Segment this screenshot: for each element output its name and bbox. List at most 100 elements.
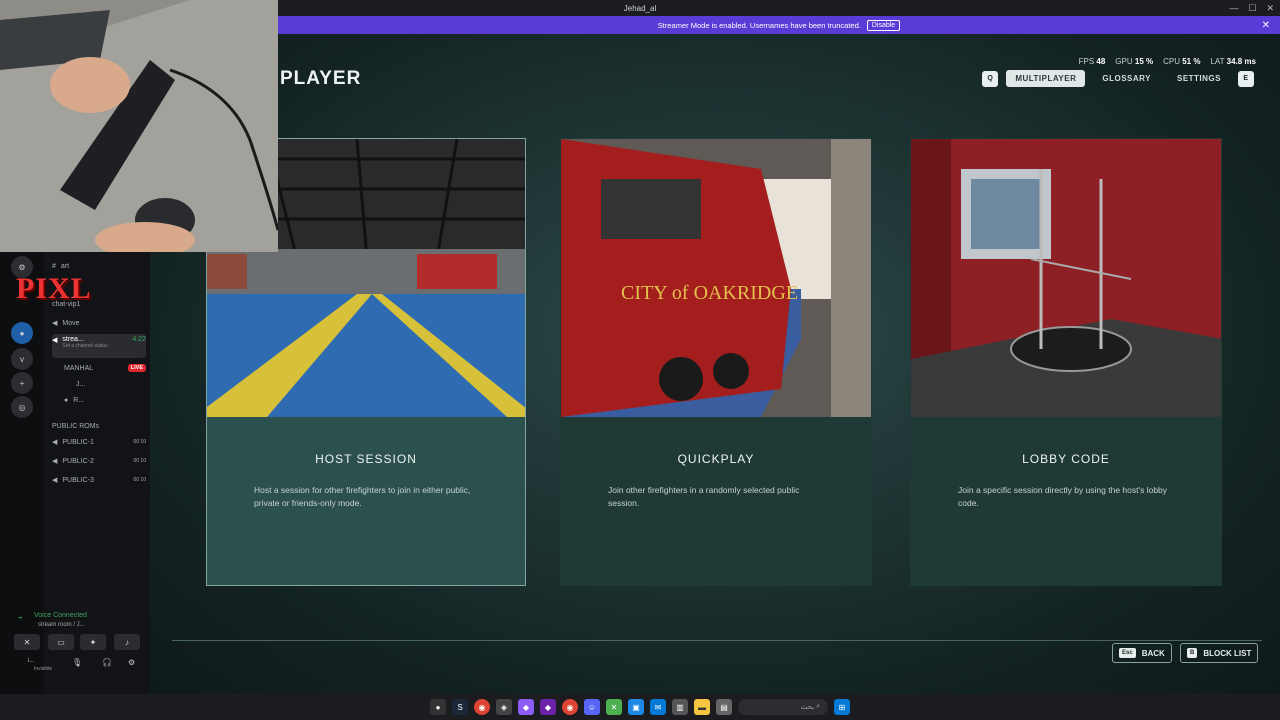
top-nav: Q MULTIPLAYER GLOSSARY SETTINGS E bbox=[982, 70, 1254, 87]
discord-sidebar: ⚙ ● v + ◎ PIXL # art chat-vip1 ◀ Move ◀ st… bbox=[0, 252, 150, 694]
channel-name: PUBLIC-2 bbox=[62, 457, 94, 465]
lobby-code-card[interactable]: LOBBY CODE Join a specific session direc… bbox=[910, 138, 1222, 586]
voice-room-label: stream room / J... bbox=[38, 622, 85, 628]
channel-name: strea... bbox=[62, 336, 84, 343]
b-key: B bbox=[1187, 648, 1198, 658]
app-icon[interactable]: ▤ bbox=[716, 699, 732, 715]
channel-item[interactable]: chat-vip1 bbox=[52, 296, 146, 312]
close-icon[interactable]: ✕ bbox=[1266, 3, 1274, 14]
screen-share-button[interactable]: ▭ bbox=[48, 634, 74, 650]
mic-icon[interactable]: 🎙 bbox=[72, 658, 82, 667]
obs-icon[interactable]: ● bbox=[430, 699, 446, 715]
add-server-icon[interactable]: + bbox=[11, 372, 33, 394]
channel-item[interactable]: ◀ PUBLIC-1 00 10 bbox=[52, 434, 146, 450]
category-name: PUBLIC ROMs bbox=[52, 422, 100, 430]
cpu-label: CPU bbox=[1163, 57, 1180, 66]
activities-button[interactable]: ✦ bbox=[80, 634, 106, 650]
block-list-label: BLOCK LIST bbox=[1203, 648, 1252, 658]
channel-item[interactable]: # art bbox=[52, 258, 146, 274]
banner-close-icon[interactable]: ✕ bbox=[1262, 20, 1270, 31]
chrome-icon[interactable]: ◉ bbox=[562, 699, 578, 715]
maximize-icon[interactable]: ☐ bbox=[1248, 3, 1256, 14]
card-title: HOST SESSION bbox=[315, 452, 417, 466]
minimize-icon[interactable]: — bbox=[1229, 3, 1238, 13]
back-button[interactable]: Esc BACK bbox=[1112, 643, 1172, 663]
discord-icon[interactable]: ☺ bbox=[584, 699, 600, 715]
speaker-icon: ◀ bbox=[52, 337, 58, 344]
voice-user[interactable]: ● R... bbox=[64, 392, 146, 408]
next-tab-key[interactable]: E bbox=[1238, 70, 1254, 87]
search-placeholder: بحث bbox=[800, 704, 815, 711]
video-off-button[interactable]: ✕ bbox=[14, 634, 40, 650]
channel-name: chat-vip1 bbox=[52, 300, 81, 308]
window-controls: — ☐ ✕ bbox=[1229, 0, 1274, 16]
outlook-icon[interactable]: ✉ bbox=[650, 699, 666, 715]
settings-icon[interactable]: ⚙ bbox=[128, 658, 135, 667]
server-icon[interactable]: v bbox=[11, 348, 33, 370]
speaker-icon: ◀ bbox=[52, 320, 58, 327]
chrome-icon[interactable]: ◉ bbox=[474, 699, 490, 715]
channel-name: art bbox=[60, 262, 70, 270]
voice-connected-label: Voice Connected bbox=[34, 612, 87, 619]
app-icon[interactable]: ◆ bbox=[540, 699, 556, 715]
app-icon[interactable]: ◆ bbox=[518, 699, 534, 715]
channel-item[interactable]: ◀ PUBLIC-3 00 10 bbox=[52, 472, 146, 488]
voice-panel: ⌁ Voice Connected stream room / J... ✕ ▭… bbox=[8, 608, 144, 688]
app-icon[interactable]: ▣ bbox=[628, 699, 644, 715]
block-list-button[interactable]: B BLOCK LIST bbox=[1180, 643, 1259, 663]
streamer-mode-banner: Streamer Mode is enabled. Usernames have… bbox=[278, 16, 1280, 34]
discover-icon[interactable]: ◎ bbox=[11, 396, 33, 418]
channel-count: 00 10 bbox=[133, 458, 146, 464]
disable-streamer-button[interactable]: Disable bbox=[866, 19, 901, 31]
steam-icon[interactable]: S bbox=[452, 699, 468, 715]
gpu-label: GPU bbox=[1115, 57, 1133, 66]
server-icon[interactable]: ● bbox=[11, 322, 33, 344]
avatar: ● bbox=[64, 396, 69, 404]
lat-label: LAT bbox=[1210, 57, 1225, 66]
channel-name: PUBLIC-3 bbox=[62, 476, 94, 484]
soundboard-button[interactable]: ♪ bbox=[114, 634, 140, 650]
channel-item[interactable]: ◀ PUBLIC-2 00 10 bbox=[52, 453, 146, 469]
app-icon[interactable]: ▥ bbox=[672, 699, 688, 715]
quickplay-image: CITY of OAKRIDGE bbox=[561, 139, 871, 417]
quickplay-card[interactable]: CITY of OAKRIDGE QUICKPLAY Join other fi… bbox=[560, 138, 872, 586]
voice-user[interactable]: J... bbox=[76, 376, 146, 392]
speaker-icon: ◀ bbox=[52, 439, 58, 446]
folder-icon[interactable]: ▬ bbox=[694, 699, 710, 715]
channel-item[interactable]: ◀ Move bbox=[52, 315, 146, 331]
user-status: Invisible bbox=[34, 666, 53, 672]
card-description: Host a session for other firefighters to… bbox=[254, 485, 471, 508]
taskbar: ● S ◉ ◈ ◆ ◆ ◉ ☺ ✕ ▣ ✉ ▥ ▬ ▤ بحث ⌕ ⊞ bbox=[0, 694, 1280, 720]
page-title: PLAYER bbox=[280, 68, 362, 89]
channel-name: Move bbox=[62, 319, 80, 327]
tab-multiplayer[interactable]: MULTIPLAYER bbox=[1006, 70, 1086, 87]
back-label: BACK bbox=[1141, 648, 1165, 658]
channel-status: Set a channel status bbox=[62, 343, 108, 349]
headset-icon[interactable]: 🎧 bbox=[102, 658, 112, 667]
user-name: MANHAL bbox=[64, 364, 94, 372]
voice-user[interactable]: MANHAL LIVE bbox=[64, 360, 146, 376]
category-item[interactable]: PUBLIC ROMs bbox=[52, 418, 146, 434]
fps-label: FPS bbox=[1078, 57, 1095, 66]
streamer-banner-text: Streamer Mode is enabled. Usernames have… bbox=[657, 20, 861, 30]
user-name: J... bbox=[76, 380, 86, 388]
user-name: i... bbox=[28, 658, 35, 664]
speaker-icon: ◀ bbox=[52, 458, 58, 465]
svg-text:CITY of OAKRIDGE: CITY of OAKRIDGE bbox=[621, 282, 798, 304]
tab-settings[interactable]: SETTINGS bbox=[1168, 70, 1230, 87]
card-title: LOBBY CODE bbox=[1022, 452, 1110, 466]
windows-start-icon[interactable]: ⊞ bbox=[834, 699, 850, 715]
card-description: Join a specific session directly by usin… bbox=[958, 485, 1168, 508]
window-title: Jehad_al bbox=[623, 3, 657, 13]
taskbar-search[interactable]: بحث ⌕ bbox=[738, 699, 828, 715]
game-window: PLAYER FPS 48 GPU 15 % CPU 51 % LAT 34.8… bbox=[150, 34, 1280, 694]
card-title: QUICKPLAY bbox=[677, 452, 755, 466]
channel-count: 00 10 bbox=[133, 439, 146, 445]
app-icon[interactable]: ◈ bbox=[496, 699, 512, 715]
prev-tab-key[interactable]: Q bbox=[982, 70, 999, 87]
channel-item-active[interactable]: ◀ strea... Set a channel status 4:22 bbox=[52, 334, 146, 358]
esc-key: Esc bbox=[1119, 648, 1136, 658]
app-icon[interactable]: ✕ bbox=[606, 699, 622, 715]
user-name: R... bbox=[73, 396, 85, 404]
tab-glossary[interactable]: GLOSSARY bbox=[1093, 70, 1160, 87]
